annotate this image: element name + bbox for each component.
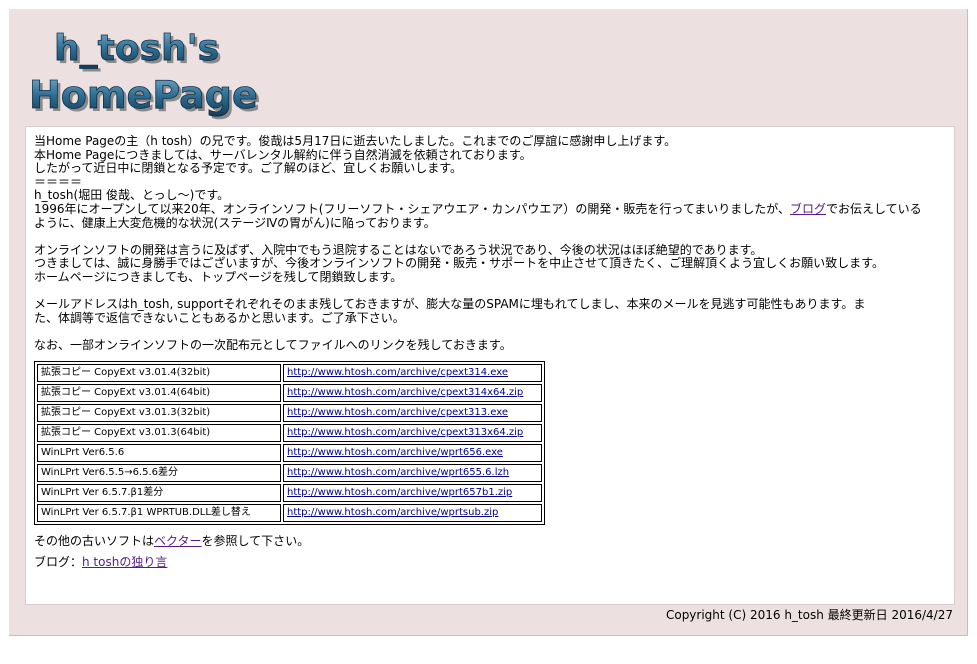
- file-link[interactable]: http://www.htosh.com/archive/wprtsub.zip: [287, 507, 498, 518]
- file-link[interactable]: http://www.htosh.com/archive/wprt655.6.l…: [287, 467, 509, 478]
- file-name: WinLPrt Ver 6.5.7.β1差分: [37, 483, 281, 502]
- page-frame: h_tosh's h_tosh's HomePage HomePage 当Hom…: [9, 9, 968, 636]
- para4: なお、一部オンラインソフトの一次配布元としてファイルへのリンクを残しておきます。: [34, 337, 512, 352]
- old-soft-before: その他の古いソフトは: [34, 533, 155, 548]
- table-row: 拡張コピー CopyExt v3.01.4(64bit) http://www.…: [37, 383, 542, 402]
- blog-link-inline[interactable]: ブログ: [790, 202, 826, 216]
- para2-line-2: つきましては、誠に身勝手ではございますが、今後オンラインソフトの開発・販売・サポ…: [34, 256, 884, 271]
- intro-line-5-before: 1996年にオープンして以来20年、オンラインソフト(フリーソフト・シェアウエア…: [34, 201, 790, 216]
- file-link[interactable]: http://www.htosh.com/archive/wprt656.exe: [287, 447, 503, 458]
- file-name: WinLPrt Ver6.5.6: [37, 443, 281, 462]
- table-row: 拡張コピー CopyExt v3.01.4(32bit) http://www.…: [37, 363, 542, 382]
- blog-link[interactable]: h toshの独り言: [82, 555, 167, 569]
- file-name: 拡張コピー CopyExt v3.01.3(32bit): [37, 403, 281, 422]
- logo-line-1: h_tosh's: [54, 28, 219, 69]
- file-name: 拡張コピー CopyExt v3.01.4(64bit): [37, 383, 281, 402]
- intro-line-1: 当Home Pageの主（h tosh）の兄です。俊哉は5月17日に逝去いたしま…: [34, 134, 677, 148]
- file-name: WinLPrt Ver 6.5.7.β1 WPRTUB.DLL差し替え: [37, 503, 281, 522]
- table-row: WinLPrt Ver6.5.5→6.5.6差分 http://www.htos…: [37, 463, 542, 482]
- para2-line-3: ホームページにつきましても、トップページを残して閉鎖致します。: [34, 269, 403, 284]
- file-link[interactable]: http://www.htosh.com/archive/cpext313.ex…: [287, 407, 508, 418]
- file-name: 拡張コピー CopyExt v3.01.4(32bit): [37, 363, 281, 382]
- main-content: 当Home Pageの主（h tosh）の兄です。俊哉は5月17日に逝去いたしま…: [25, 126, 955, 605]
- table-row: WinLPrt Ver6.5.6 http://www.htosh.com/ar…: [37, 443, 542, 462]
- old-soft-line: その他の古いソフトはベクターを参照して下さい。: [34, 533, 944, 549]
- intro-line-4: h_tosh(堀田 俊哉、とっし～)です。: [34, 188, 230, 203]
- intro-line-5-after: でお伝えしている: [826, 201, 922, 216]
- table-row: 拡張コピー CopyExt v3.01.3(64bit) http://www.…: [37, 423, 542, 442]
- blog-label: ブログ：: [34, 555, 83, 570]
- file-name: WinLPrt Ver6.5.5→6.5.6差分: [37, 463, 281, 482]
- para3-line-2: た、体調等で返信できないこともあるかと思います。ご了承下さい。: [34, 310, 405, 325]
- file-link[interactable]: http://www.htosh.com/archive/wprt657b1.z…: [287, 487, 512, 498]
- table-row: 拡張コピー CopyExt v3.01.3(32bit) http://www.…: [37, 403, 542, 422]
- para3-line-1: メールアドレスはh_tosh, supportそれぞれそのまま残しておきますが、…: [34, 297, 866, 312]
- intro-line-6: ように、健康上大変危機的な状況(ステージⅣの胃がん)に陥っております。: [34, 215, 436, 230]
- file-link-table: 拡張コピー CopyExt v3.01.4(32bit) http://www.…: [34, 360, 545, 525]
- table-row: WinLPrt Ver 6.5.7.β1差分 http://www.htosh.…: [37, 483, 542, 502]
- old-soft-after: を参照して下さい。: [201, 533, 310, 548]
- vector-link[interactable]: ベクター: [154, 534, 202, 548]
- file-link[interactable]: http://www.htosh.com/archive/cpext314.ex…: [287, 367, 508, 378]
- logo-line-2: HomePage: [29, 73, 258, 117]
- file-name: 拡張コピー CopyExt v3.01.3(64bit): [37, 423, 281, 442]
- file-link[interactable]: http://www.htosh.com/archive/cpext314x64…: [287, 387, 523, 398]
- file-link[interactable]: http://www.htosh.com/archive/cpext313x64…: [287, 427, 523, 438]
- site-logo: h_tosh's h_tosh's HomePage HomePage: [27, 21, 287, 121]
- table-row: WinLPrt Ver 6.5.7.β1 WPRTUB.DLL差し替え http…: [37, 503, 542, 522]
- footer-copyright: Copyright (C) 2016 h_tosh 最終更新日 2016/4/2…: [665, 608, 953, 622]
- intro-line-3: したがって近日中に閉鎖となる予定です。ご了解のほど、宜しくお願いします。: [34, 161, 463, 176]
- blog-line: ブログ：h toshの独り言: [34, 555, 944, 570]
- intro-line-5: 1996年にオープンして以来20年、オンラインソフト(フリーソフト・シェアウエア…: [34, 201, 944, 217]
